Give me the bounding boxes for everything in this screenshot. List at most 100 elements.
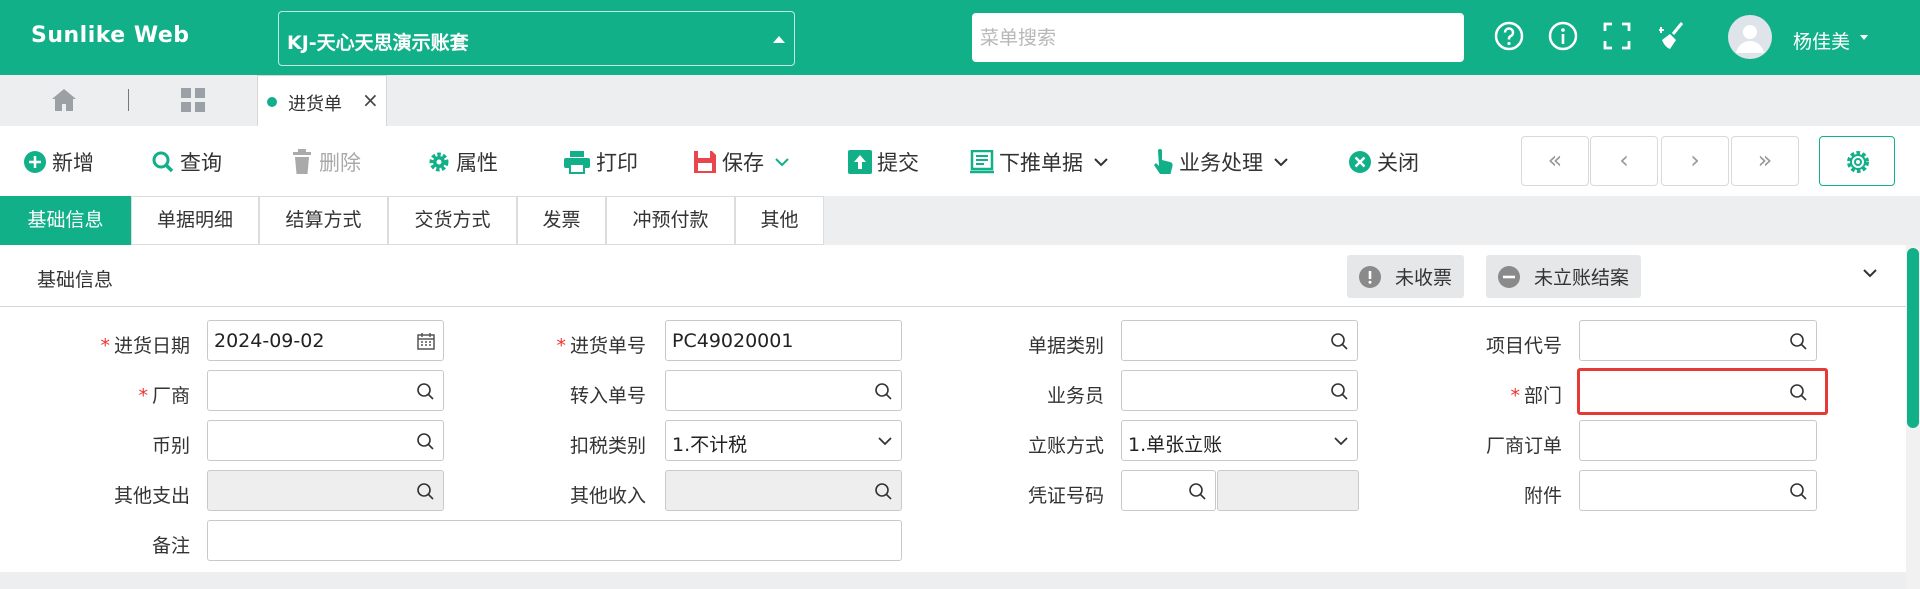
close-circle-icon — [1349, 151, 1371, 173]
purchase-date-field[interactable]: 2024-09-02 — [207, 320, 444, 361]
account-method-value: 1.单张立账 — [1128, 434, 1223, 456]
fullscreen-icon[interactable] — [1601, 20, 1633, 52]
search-icon[interactable] — [1330, 382, 1349, 401]
badge-label: 未收票 — [1395, 267, 1453, 289]
attachment-field[interactable] — [1579, 470, 1817, 511]
push-down-label: 下推单据 — [999, 151, 1083, 175]
attachment-label: 附件 — [1523, 485, 1562, 507]
badge-label: 未立账结案 — [1534, 267, 1630, 289]
chevron-down-icon[interactable] — [1860, 35, 1868, 40]
minus-icon — [1498, 265, 1520, 288]
account-method-select[interactable]: 1.单张立账 — [1121, 420, 1358, 461]
chevron-down-icon[interactable] — [774, 156, 790, 168]
scrollbar-thumb[interactable] — [1907, 248, 1919, 428]
save-disk-icon — [694, 151, 716, 173]
new-button[interactable]: 新增 — [23, 147, 94, 177]
push-down-button[interactable]: 下推单据 — [970, 147, 1114, 177]
chevron-down-icon[interactable] — [877, 435, 893, 447]
tab-delivery[interactable]: 交货方式 — [388, 196, 517, 245]
delete-label: 删除 — [319, 151, 361, 175]
search-icon[interactable] — [874, 382, 893, 401]
remark-label: 备注 — [151, 535, 190, 557]
tab-settlement[interactable]: 结算方式 — [259, 196, 388, 245]
close-label: 关闭 — [1377, 151, 1419, 175]
close-button[interactable]: 关闭 — [1348, 147, 1419, 177]
chevron-down-icon[interactable] — [1093, 156, 1109, 168]
search-icon[interactable] — [1188, 482, 1207, 501]
other-income-field[interactable] — [665, 470, 902, 511]
query-button[interactable]: 查询 — [151, 147, 222, 177]
status-badge-not-closed: 未立账结案 — [1486, 255, 1642, 298]
first-record-button[interactable]: « — [1521, 136, 1589, 186]
previous-record-button[interactable]: ‹ — [1590, 136, 1658, 186]
voucher-number-label: 凭证号码 — [1027, 485, 1104, 507]
upload-icon — [848, 150, 872, 174]
search-icon[interactable] — [416, 382, 435, 401]
tab-prepayment[interactable]: 冲预付款 — [606, 196, 735, 245]
close-icon[interactable]: × — [362, 88, 379, 112]
search-icon[interactable] — [874, 482, 893, 501]
doc-number-field[interactable]: PC49020001 — [665, 320, 902, 361]
delete-button[interactable]: 删除 — [290, 147, 361, 177]
home-icon[interactable] — [50, 87, 78, 113]
calendar-icon[interactable] — [417, 332, 435, 350]
account-selector[interactable]: KJ-天心天思演示账套 — [278, 11, 795, 66]
clear-cache-icon[interactable] — [1656, 20, 1688, 52]
top-header: Sunlike Web KJ-天心天思演示账套 杨佳美 — [0, 0, 1920, 75]
search-icon[interactable] — [1789, 332, 1808, 351]
department-field[interactable] — [1577, 368, 1828, 415]
other-income-label: 其他收入 — [569, 485, 646, 507]
search-icon[interactable] — [416, 432, 435, 451]
caret-up-icon — [773, 36, 785, 43]
project-code-field[interactable] — [1579, 320, 1817, 361]
vendor-order-field[interactable] — [1579, 420, 1817, 461]
search-icon[interactable] — [416, 482, 435, 501]
basic-info-form: * 进货日期 2024-09-02 * 进货单号 PC49020001 单据类别 项… — [0, 307, 1906, 572]
tax-type-select[interactable]: 1.不计税 — [665, 420, 902, 461]
save-button[interactable]: 保存 — [693, 147, 795, 177]
next-record-button[interactable]: › — [1661, 136, 1729, 186]
save-label: 保存 — [722, 151, 764, 175]
submit-button[interactable]: 提交 — [848, 147, 919, 177]
search-icon[interactable] — [1789, 482, 1808, 501]
active-dot-icon — [267, 97, 277, 107]
toolbar: 新增 查询 删除 属性 打印 保存 提交 下推单据 业务处理 关闭 « ‹ › — [0, 126, 1920, 196]
department-label: * 部门 — [1510, 385, 1562, 407]
menu-search-input[interactable] — [972, 13, 1464, 62]
apps-grid-icon[interactable] — [180, 87, 206, 113]
chevron-down-icon[interactable] — [1333, 435, 1349, 447]
user-name[interactable]: 杨佳美 — [1793, 27, 1850, 54]
voucher-number-field[interactable] — [1121, 470, 1216, 511]
tab-other[interactable]: 其他 — [735, 196, 824, 245]
new-label: 新增 — [52, 151, 94, 175]
project-code-label: 项目代号 — [1485, 335, 1562, 357]
transfer-number-field[interactable] — [665, 370, 902, 411]
currency-field[interactable] — [207, 420, 444, 461]
page-tabs-bar: 进货单 × — [0, 75, 1920, 126]
salesman-field[interactable] — [1121, 370, 1358, 411]
avatar[interactable] — [1728, 15, 1772, 59]
properties-button[interactable]: 属性 — [427, 147, 498, 177]
tab-purchase-receipt[interactable]: 进货单 × — [257, 75, 387, 126]
remark-field[interactable] — [207, 520, 902, 561]
vendor-field[interactable] — [207, 370, 444, 411]
search-icon[interactable] — [1789, 383, 1808, 402]
tab-document-details[interactable]: 单据明细 — [131, 196, 259, 245]
tax-type-label: 扣税类别 — [569, 435, 646, 457]
settings-button[interactable] — [1819, 136, 1895, 186]
tab-basic-info[interactable]: 基础信息 — [0, 196, 131, 245]
print-button[interactable]: 打印 — [563, 147, 638, 177]
status-badge-not-invoiced: 未收票 — [1347, 255, 1465, 298]
business-process-button[interactable]: 业务处理 — [1152, 147, 1294, 177]
doc-type-field[interactable] — [1121, 320, 1358, 361]
last-record-button[interactable]: » — [1731, 136, 1799, 186]
help-icon[interactable] — [1493, 20, 1525, 52]
other-expense-field[interactable] — [207, 470, 444, 511]
chevron-down-icon[interactable] — [1862, 267, 1878, 279]
voucher-detail-field[interactable] — [1217, 470, 1359, 511]
search-icon[interactable] — [1330, 332, 1349, 351]
salesman-label: 业务员 — [1046, 385, 1104, 407]
tab-invoice[interactable]: 发票 — [517, 196, 606, 245]
chevron-down-icon[interactable] — [1273, 156, 1289, 168]
info-icon[interactable] — [1547, 20, 1579, 52]
